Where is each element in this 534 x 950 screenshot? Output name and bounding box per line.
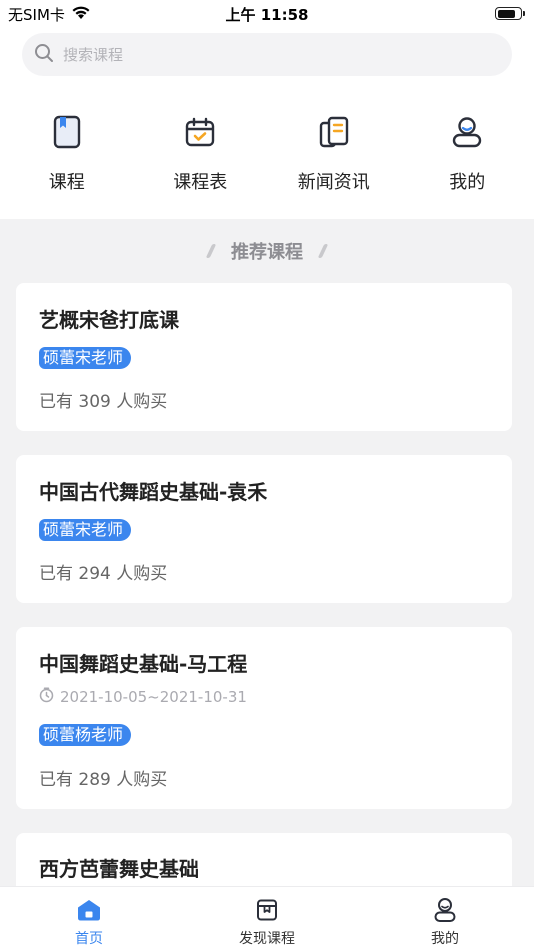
clock-icon xyxy=(39,687,54,707)
tab-mine[interactable]: 我的 xyxy=(356,887,534,950)
calendar-icon xyxy=(176,108,224,156)
course-title: 中国古代舞蹈史基础-袁禾 xyxy=(39,480,268,504)
home-icon xyxy=(76,897,102,923)
course-title: 艺概宋爸打底课 xyxy=(39,308,179,332)
teacher-tag: 硕蕾杨老师 xyxy=(39,724,132,746)
status-bar: 无SIM卡 上午 11:58 xyxy=(0,0,534,28)
quick-nav-schedule[interactable]: 课程表 xyxy=(134,108,268,194)
news-icon xyxy=(310,108,358,156)
divider xyxy=(317,244,329,258)
tab-label: 首页 xyxy=(75,931,103,947)
quick-nav-news[interactable]: 新闻资讯 xyxy=(267,108,401,194)
buy-count: 已有 289 人购买 xyxy=(39,770,168,790)
course-date: 2021-10-05~2021-10-31 xyxy=(39,687,247,707)
tab-bar: 首页 发现课程 我的 xyxy=(0,886,534,950)
course-card[interactable]: 艺概宋爸打底课 硕蕾宋老师 已有 309 人购买 xyxy=(16,283,512,431)
tab-home[interactable]: 首页 xyxy=(0,887,178,950)
quick-nav-label: 课程表 xyxy=(173,172,228,193)
course-card[interactable]: 中国古代舞蹈史基础-袁禾 硕蕾宋老师 已有 294 人购买 xyxy=(16,455,512,603)
quick-nav-label: 新闻资讯 xyxy=(297,172,370,193)
quick-nav-courses[interactable]: 课程 xyxy=(0,108,134,194)
status-time: 上午 11:58 xyxy=(225,6,309,24)
course-date-text: 2021-10-05~2021-10-31 xyxy=(60,688,247,706)
discover-box-icon xyxy=(254,897,280,923)
quick-nav-label: 我的 xyxy=(449,172,486,193)
tab-label: 我的 xyxy=(431,931,459,947)
buy-count: 已有 294 人购买 xyxy=(39,564,168,584)
search-input[interactable] xyxy=(63,45,463,64)
divider xyxy=(205,244,217,258)
battery-icon xyxy=(495,7,525,20)
course-title: 中国舞蹈史基础-马工程 xyxy=(39,652,248,676)
section-title-text: 推荐课程 xyxy=(231,242,303,263)
tab-discover[interactable]: 发现课程 xyxy=(178,887,356,950)
quick-nav-label: 课程 xyxy=(48,172,85,193)
teacher-tag: 硕蕾宋老师 xyxy=(39,347,132,369)
teacher-tag: 硕蕾宋老师 xyxy=(39,519,132,541)
search-icon xyxy=(34,43,54,67)
search-bar[interactable] xyxy=(22,33,512,76)
section-title: 推荐课程 xyxy=(0,238,534,264)
course-title: 西方芭蕾舞史基础 xyxy=(39,857,199,881)
quick-nav-mine[interactable]: 我的 xyxy=(401,108,534,194)
buy-count: 已有 309 人购买 xyxy=(39,392,168,412)
course-card[interactable]: 中国舞蹈史基础-马工程 2021-10-05~2021-10-31 硕蕾杨老师 … xyxy=(16,627,512,809)
quick-nav: 课程 课程表 新闻资讯 我的 xyxy=(0,108,534,194)
user-icon xyxy=(443,108,491,156)
profile-icon xyxy=(432,897,458,923)
tab-label: 发现课程 xyxy=(239,931,295,947)
book-icon xyxy=(43,108,91,156)
